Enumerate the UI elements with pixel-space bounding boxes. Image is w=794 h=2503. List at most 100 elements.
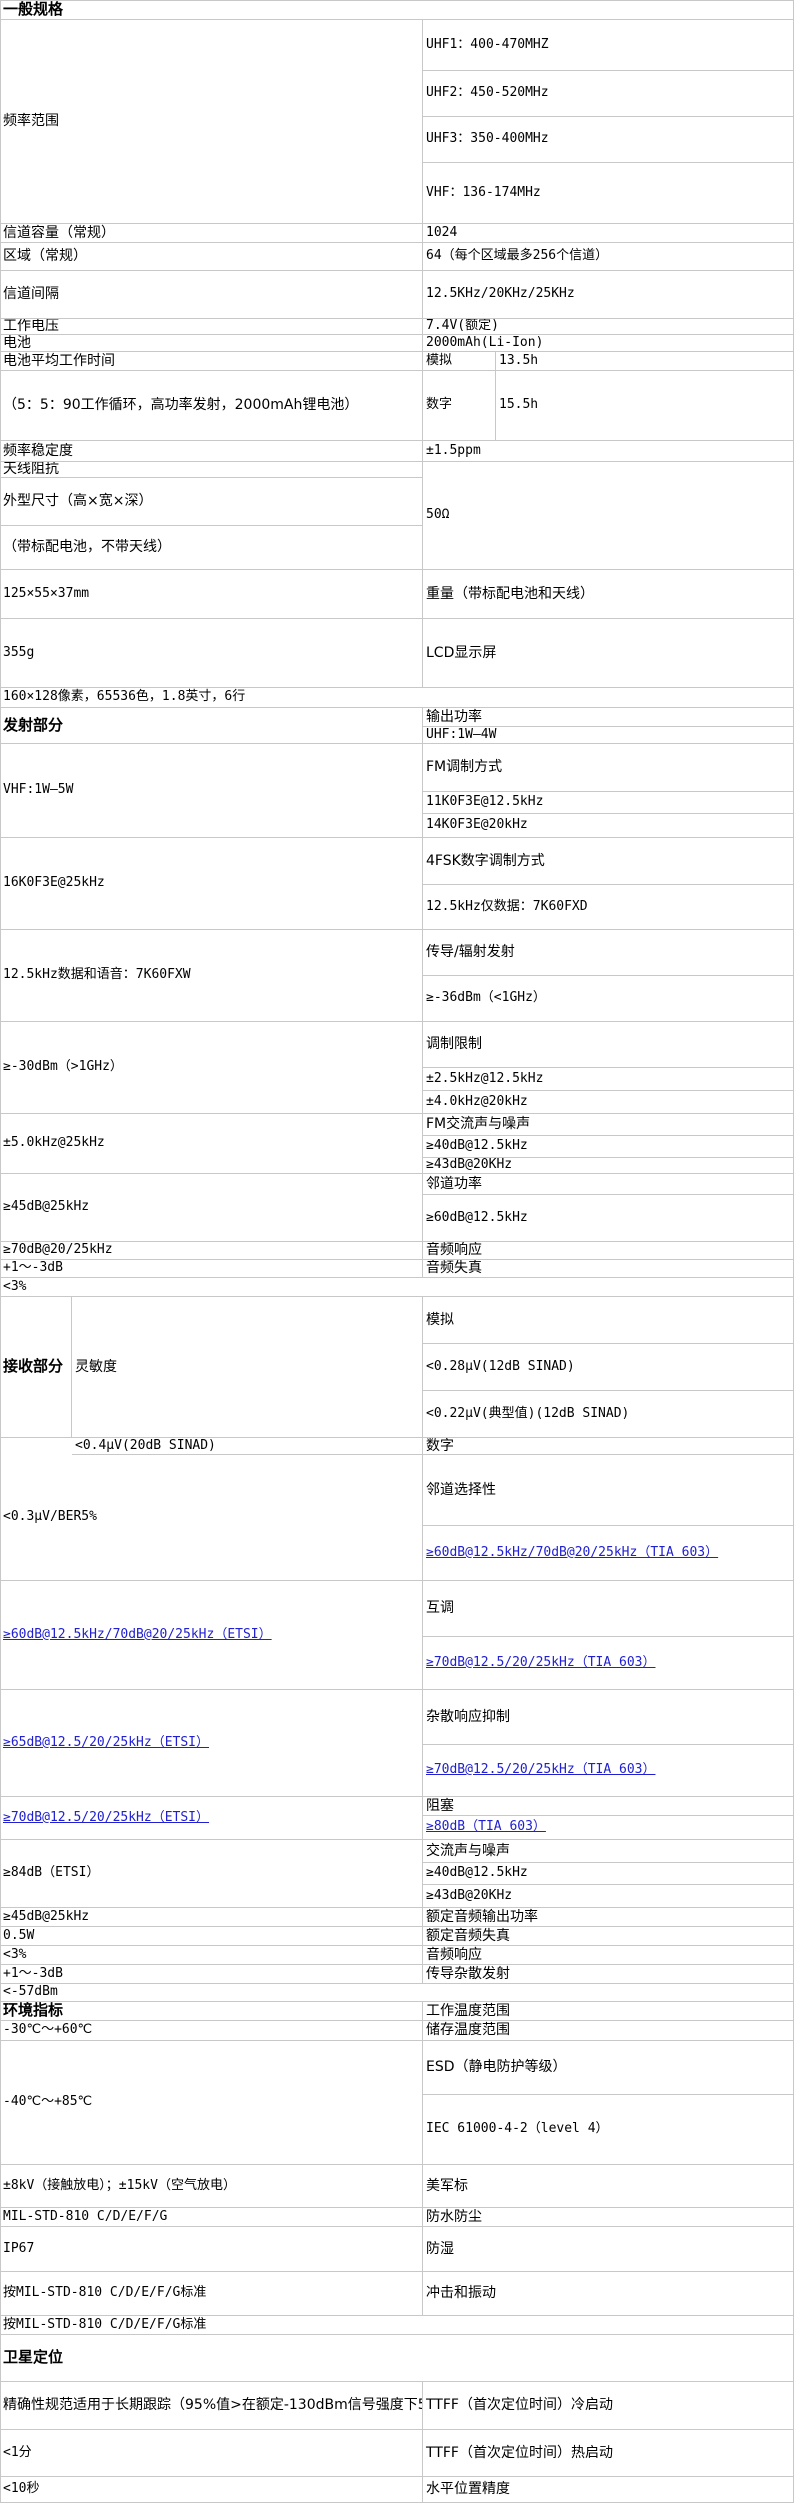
spec-link[interactable]: ≥60dB@12.5kHz/70dB@20/25kHz（ETSI） [3,1627,272,1643]
cell-text: 精确性规范适用于长期跟踪（95%值>在额定-130dBm信号强度下5个卫星可见） [3,2397,422,2414]
cell-text: 1024 [426,224,458,240]
cell-text: 重量（带标配电池和天线） [426,585,594,602]
cell-text: 电池平均工作时间 [3,352,115,369]
spec-value: <0.28μV(12dB SINAD) [423,1344,794,1391]
spec-label: 音频响应 [423,1946,794,1965]
spec-value: UHF:1W—4W [423,727,794,744]
cell-text: <0.4μV(20dB SINAD) [75,1438,216,1453]
spec-label: 杂散响应抑制 [423,1690,794,1745]
cell-text: ≥-36dBm（<1GHz） [426,990,546,1006]
cell-text: 音频失真 [426,1260,482,1277]
spec-value: 按MIL-STD-810 C/D/E/F/G标准 [0,2316,794,2335]
spec-value: 0.5W [0,1927,423,1946]
cell-text: <0.3μV/BER5% [3,1509,97,1525]
spec-value[interactable]: ≥65dB@12.5/20/25kHz（ETSI） [0,1690,423,1797]
cell-text: ≥40dB@12.5kHz [426,1865,528,1881]
spec-label: 灵敏度 [72,1297,423,1438]
spec-value: +1～-3dB [0,1260,423,1278]
cell-text: ±5.0kHz@25kHz [3,1135,105,1151]
spec-value: -40℃～+85℃ [0,2041,423,2165]
spec-value: UHF2：450-520MHz [423,71,794,117]
cell-text: ≥60dB@12.5kHz [426,1209,528,1225]
spec-value: ≥43dB@20KHz [423,1158,794,1174]
spec-link[interactable]: ≥60dB@12.5kHz/70dB@20/25kHz（TIA 603） [426,1545,718,1561]
spec-value: UHF3：350-400MHz [423,117,794,163]
spec-label: 外型尺寸（高×宽×深） [0,478,423,526]
spec-link[interactable]: ≥70dB@12.5/20/25kHz（TIA 603） [426,1655,656,1671]
spec-value: 数字 [423,371,496,441]
spec-label: 频率范围 [0,20,423,224]
spec-label: FM交流声与噪声 [423,1114,794,1136]
spec-link[interactable]: ≥70dB@12.5/20/25kHz（TIA 603） [426,1762,656,1778]
spec-value[interactable]: ≥70dB@12.5/20/25kHz（TIA 603） [423,1745,794,1797]
spec-link[interactable]: ≥80dB（TIA 603） [426,1819,546,1835]
spec-label: 电池 [0,335,423,352]
cell-text: 0.5W [3,1927,35,1943]
spec-value[interactable]: ≥70dB@12.5/20/25kHz（ETSI） [0,1797,423,1840]
cell-text: ≥-30dBm（>1GHz） [3,1059,123,1075]
cell-text: 数字 [426,1438,454,1454]
cell-text: 互调 [426,1600,454,1617]
section-header: 环境指标 [0,2002,423,2021]
cell-text: -40℃～+85℃ [3,2094,93,2110]
cell-text: +1～-3dB [3,1260,63,1276]
spec-value[interactable]: ≥60dB@12.5kHz/70dB@20/25kHz（ETSI） [0,1581,423,1690]
spec-value[interactable]: ≥60dB@12.5kHz/70dB@20/25kHz（TIA 603） [423,1526,794,1581]
cell-text: ±4.0kHz@20kHz [426,1093,528,1109]
spec-link[interactable]: ≥65dB@12.5/20/25kHz（ETSI） [3,1735,209,1751]
spec-value: 15.5h [496,371,794,441]
cell-text: 信道间隔 [3,286,59,303]
cell-text: 传导/辐射发射 [426,944,515,961]
cell-text: 频率稳定度 [3,442,73,459]
cell-text: 数字 [426,397,453,413]
cell-text: <1分 [3,2444,32,2460]
cell-text: 外型尺寸（高×宽×深） [3,493,153,510]
spec-value: UHF1：400-470MHZ [423,20,794,71]
cell-text: FM交流声与噪声 [426,1116,531,1133]
cell-text: 接收部分 [3,1357,64,1376]
spec-value: -30℃～+60℃ [0,2021,423,2041]
spec-value: 12.5kHz数据和语音：7K60FXW [0,930,423,1022]
spec-label: TTFF（首次定位时间）热启动 [423,2430,794,2477]
spec-value: 模拟 [423,352,496,371]
spec-label: 模拟 [423,1297,794,1344]
spec-value: 50Ω [423,462,794,570]
cell-text: LCD显示屏 [426,644,497,661]
cell-text: 频率范围 [3,113,59,130]
spec-label: 音频失真 [423,1260,794,1278]
cell-text: <0.28μV(12dB SINAD) [426,1358,575,1374]
cell-text: ≥84dB（ETSI） [3,1865,100,1881]
cell-text: UHF:1W—4W [426,727,497,742]
spec-value: ±2.5kHz@12.5kHz [423,1068,794,1091]
cell-text: 工作电压 [3,319,59,335]
cell-text: ≥43dB@20KHz [426,1887,513,1903]
table-border [0,0,1,2503]
spec-value: 12.5KHz/20KHz/25KHz [423,271,794,319]
cell-text: 12.5kHz仅数据：7K60FXD [426,898,588,914]
cell-text: 邻道功率 [426,1175,482,1192]
spec-value[interactable]: ≥80dB（TIA 603） [423,1816,794,1840]
cell-text: ≥40dB@12.5kHz [426,1138,528,1154]
spec-label: 输出功率 [423,708,794,727]
cell-text: ±1.5ppm [426,442,481,458]
cell-text: 16K0F3E@25kHz [3,875,105,891]
cell-text: 发射部分 [3,715,64,734]
cell-text: 12.5KHz/20KHz/25KHz [426,286,575,302]
cell-text: 输出功率 [426,708,482,725]
cell-text: ≥43dB@20KHz [426,1158,513,1173]
spec-label: 电池平均工作时间 [0,352,423,371]
cell-text: 11K0F3E@12.5kHz [426,794,544,810]
cell-text: 按MIL-STD-810 C/D/E/F/G标准 [3,2285,207,2301]
spec-link[interactable]: ≥70dB@12.5/20/25kHz（ETSI） [3,1810,209,1826]
cell-text: IP67 [3,2240,35,2256]
cell-text: 模拟 [426,1311,454,1328]
spec-value: <3% [0,1278,794,1297]
cell-text: 160×128像素，65536色，1.8英寸，6行 [3,689,246,705]
spec-label: 精确性规范适用于长期跟踪（95%值>在额定-130dBm信号强度下5个卫星可见） [0,2382,423,2430]
spec-label: 额定音频失真 [423,1927,794,1946]
section-header: 接收部分 [0,1297,72,1438]
cell-text: ±2.5kHz@12.5kHz [426,1070,544,1086]
cell-text: ≥70dB@20/25kHz [3,1242,113,1258]
spec-value[interactable]: ≥70dB@12.5/20/25kHz（TIA 603） [423,1637,794,1690]
cell-text: ≥45dB@25kHz [3,1908,90,1924]
